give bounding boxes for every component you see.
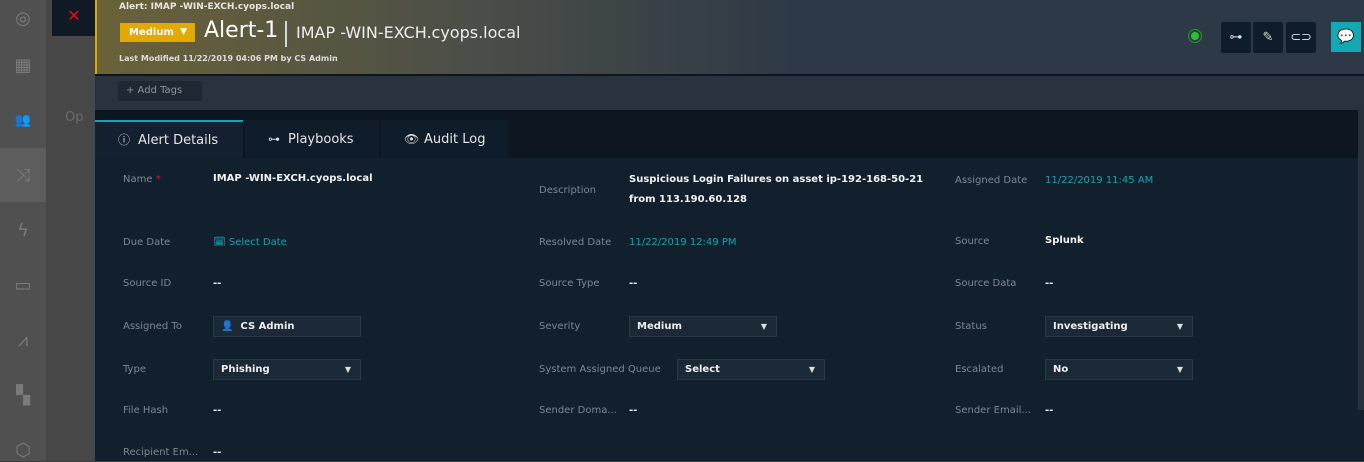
file-hash-value: --: [213, 405, 222, 416]
severity-label: Severity: [539, 321, 581, 332]
page-title: Alert-1: [204, 18, 279, 43]
description-value[interactable]: Suspicious Login Failures on asset ip-19…: [629, 170, 929, 210]
chevron-down-icon: ▼: [760, 322, 767, 331]
shuffle-icon[interactable]: ⤨: [12, 165, 34, 187]
link-icon: ⊂⊃: [1290, 30, 1312, 45]
assigned-to-field[interactable]: 👤 CS Admin: [213, 316, 361, 337]
tab-label: Audit Log: [424, 132, 486, 147]
comments-button[interactable]: 💬: [1331, 22, 1361, 52]
source-data-label: Source Data: [955, 278, 1017, 289]
chevron-down-icon: ▼: [344, 365, 351, 374]
severity-select[interactable]: Medium ▼: [629, 316, 777, 337]
name-value[interactable]: IMAP -WIN-EXCH.cyops.local: [213, 173, 373, 184]
sender-email-value: --: [1045, 405, 1054, 416]
tab-label: Playbooks: [288, 132, 354, 147]
due-date-label: Due Date: [123, 237, 171, 248]
background-page: [46, 0, 96, 461]
escalated-label: Escalated: [955, 364, 1004, 375]
alert-detail-panel: Alert: IMAP -WIN-EXCH.cyops.local Medium…: [95, 0, 1364, 461]
chevron-down-icon: ▼: [180, 27, 187, 37]
severity-dropdown[interactable]: Medium ▼: [120, 23, 195, 42]
resolved-date-value[interactable]: 11/22/2019 12:49 PM: [629, 237, 736, 248]
source-data-value: --: [1045, 278, 1054, 289]
recipient-email-label: Recipient Em...: [123, 447, 199, 458]
edit-button[interactable]: ✎: [1253, 22, 1283, 53]
tab-playbooks[interactable]: ⊶ Playbooks: [245, 120, 379, 158]
playbook-button[interactable]: ⊶: [1221, 22, 1251, 53]
escalated-select[interactable]: No ▼: [1045, 359, 1193, 380]
type-select[interactable]: Phishing ▼: [213, 359, 361, 380]
calendar-icon: 🗓: [213, 237, 226, 248]
status-label: Status: [955, 321, 987, 332]
link-button[interactable]: ⊂⊃: [1286, 22, 1316, 53]
add-tags-button[interactable]: + Add Tags: [118, 81, 202, 101]
source-value: Splunk: [1045, 235, 1084, 246]
sender-domain-value: --: [629, 405, 638, 416]
tab-label: Alert Details: [138, 133, 219, 148]
name-label: Name *: [123, 174, 161, 185]
file-hash-label: File Hash: [123, 405, 169, 416]
chevron-down-icon: ▼: [1176, 365, 1183, 374]
close-icon: ✕: [67, 6, 81, 25]
title-divider: [285, 21, 287, 47]
source-id-value: --: [213, 278, 222, 289]
briefcase-icon[interactable]: ▭: [12, 275, 34, 297]
alert-header: Alert: IMAP -WIN-EXCH.cyops.local Medium…: [95, 0, 1364, 74]
resolved-date-label: Resolved Date: [539, 237, 612, 248]
chat-icon: 💬: [1337, 29, 1355, 45]
queue-label: System Assigned Queue: [539, 364, 661, 375]
sender-domain-label: Sender Doma...: [539, 405, 617, 416]
recipient-email-value: --: [213, 447, 222, 458]
due-date-picker[interactable]: 🗓 Select Date: [213, 237, 287, 248]
type-label: Type: [123, 364, 146, 375]
network-icon[interactable]: ⬡: [12, 440, 34, 462]
eye-icon: 👁: [404, 132, 420, 146]
description-label: Description: [539, 185, 596, 196]
chevron-down-icon: ▼: [1176, 322, 1183, 331]
alert-details-form: Name * IMAP -WIN-EXCH.cyops.local Due Da…: [95, 158, 1364, 461]
playbook-icon: ⊶: [268, 132, 280, 146]
source-type-value: --: [629, 278, 638, 289]
user-icon: 👤: [221, 321, 234, 332]
status-indicator-icon: [1188, 29, 1202, 43]
breadcrumb: Alert: IMAP -WIN-EXCH.cyops.local: [119, 2, 295, 12]
app-sidebar: ◎ ▦ 👥 ⤨ ϟ ▭ ⩘ ▚ ⬡: [0, 0, 46, 461]
sidebar-logo-icon[interactable]: ◎: [12, 8, 34, 30]
apps-icon[interactable]: ▚: [12, 385, 34, 407]
assigned-date-label: Assigned Date: [955, 175, 1028, 186]
last-modified: Last Modified 11/22/2019 04:06 PM by CS …: [119, 54, 338, 63]
scrollbar[interactable]: [1358, 110, 1364, 410]
close-button[interactable]: ✕: [52, 0, 96, 36]
sender-email-label: Sender Email...: [955, 405, 1031, 416]
status-select[interactable]: Investigating ▼: [1045, 316, 1193, 337]
lightning-icon[interactable]: ϟ: [12, 220, 34, 242]
source-label: Source: [955, 236, 990, 247]
assigned-date-value[interactable]: 11/22/2019 11:45 AM: [1045, 175, 1153, 186]
chart-icon[interactable]: ⩘: [12, 330, 34, 352]
tags-bar: + Add Tags: [95, 76, 1364, 110]
source-type-label: Source Type: [539, 278, 600, 289]
alert-icon: ⓘ: [118, 133, 131, 147]
tab-audit-log[interactable]: 👁 Audit Log: [381, 120, 508, 158]
playbook-icon: ⊶: [1229, 30, 1243, 45]
severity-label: Medium: [129, 27, 174, 38]
assigned-to-label: Assigned To: [123, 321, 182, 332]
dashboard-icon[interactable]: ▦: [12, 55, 34, 77]
source-id-label: Source ID: [123, 278, 172, 289]
chevron-down-icon: ▼: [808, 365, 815, 374]
people-icon[interactable]: 👥: [12, 110, 34, 132]
queue-select[interactable]: Select ▼: [677, 359, 825, 380]
tab-alert-details[interactable]: ⓘ Alert Details: [95, 120, 243, 158]
pencil-icon: ✎: [1262, 30, 1274, 45]
background-text: Op: [65, 110, 84, 125]
page-subtitle: IMAP -WIN-EXCH.cyops.local: [296, 23, 521, 42]
